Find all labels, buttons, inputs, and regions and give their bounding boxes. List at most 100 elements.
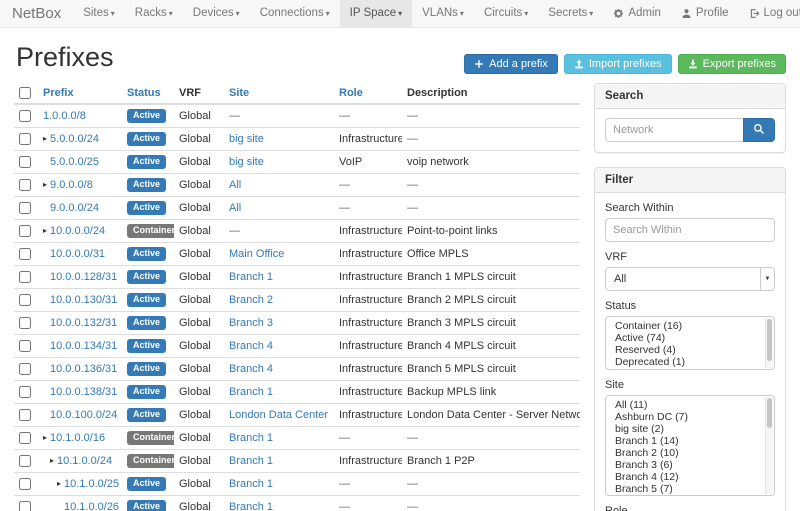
- nav-item-log-out[interactable]: Log out: [739, 0, 800, 27]
- site-option[interactable]: Ashburn DC (7): [606, 411, 774, 423]
- prefix-link[interactable]: 10.0.0.130/31: [50, 294, 117, 306]
- row-checkbox[interactable]: [19, 386, 31, 398]
- nav-item-secrets[interactable]: Secrets▾: [538, 0, 603, 27]
- row-checkbox[interactable]: [19, 363, 31, 375]
- row-checkbox[interactable]: [19, 156, 31, 168]
- site-link[interactable]: All: [229, 202, 241, 214]
- site-link[interactable]: All: [229, 179, 241, 191]
- row-checkbox[interactable]: [19, 248, 31, 260]
- status-option[interactable]: Container (16): [606, 320, 774, 332]
- site-link[interactable]: Branch 3: [229, 317, 273, 329]
- status-option[interactable]: Deprecated (1): [606, 356, 774, 368]
- column-header-site[interactable]: Site: [224, 83, 334, 104]
- prefix-link[interactable]: 5.0.0.0/25: [50, 156, 99, 168]
- column-header-prefix[interactable]: Prefix: [38, 83, 122, 104]
- prefix-link[interactable]: 10.0.0.132/31: [50, 317, 117, 329]
- prefix-link[interactable]: 10.1.0.0/26: [64, 501, 119, 511]
- expand-icon[interactable]: ▸: [50, 456, 54, 465]
- nav-item-racks[interactable]: Racks▾: [125, 0, 183, 27]
- nav-item-circuits[interactable]: Circuits▾: [474, 0, 538, 27]
- prefix-link[interactable]: 10.0.0.138/31: [50, 386, 117, 398]
- site-link[interactable]: Branch 1: [229, 271, 273, 283]
- add-a-prefix-button[interactable]: Add a prefix: [464, 54, 558, 74]
- nav-item-profile[interactable]: Profile: [671, 0, 739, 27]
- site-link[interactable]: Branch 4: [229, 363, 273, 375]
- prefix-link[interactable]: 9.0.0.0/24: [50, 202, 99, 214]
- site-link[interactable]: Branch 4: [229, 340, 273, 352]
- search-button[interactable]: [743, 118, 775, 142]
- prefix-link[interactable]: 10.0.0.136/31: [50, 363, 117, 375]
- import-prefixes-button[interactable]: Import prefixes: [564, 54, 672, 74]
- prefix-link[interactable]: 10.0.0.0/24: [50, 225, 105, 237]
- search-within-input[interactable]: [605, 218, 775, 242]
- site-link[interactable]: Branch 1: [229, 455, 273, 467]
- prefix-link[interactable]: 5.0.0.0/24: [50, 133, 99, 145]
- nav-item-vlans[interactable]: VLANs▾: [412, 0, 474, 27]
- site-option[interactable]: Branch 2 (10): [606, 447, 774, 459]
- row-checkbox[interactable]: [19, 271, 31, 283]
- site-listbox[interactable]: All (11)Ashburn DC (7)big site (2)Branch…: [605, 395, 775, 496]
- row-checkbox[interactable]: [19, 501, 31, 511]
- prefix-link[interactable]: 1.0.0.0/8: [43, 110, 86, 122]
- export-prefixes-button[interactable]: Export prefixes: [678, 54, 786, 74]
- row-checkbox[interactable]: [19, 317, 31, 329]
- row-checkbox[interactable]: [19, 179, 31, 191]
- row-checkbox[interactable]: [19, 294, 31, 306]
- select-all-checkbox[interactable]: [19, 87, 31, 99]
- app-brand[interactable]: NetBox: [0, 0, 73, 27]
- prefix-link[interactable]: 10.0.0.128/31: [50, 271, 117, 283]
- site-option[interactable]: Branch 5 (7): [606, 483, 774, 495]
- prefix-link[interactable]: 10.1.0.0/24: [57, 455, 112, 467]
- prefix-link[interactable]: 10.1.0.0/25: [64, 478, 119, 490]
- status-option[interactable]: Active (74): [606, 332, 774, 344]
- site-link[interactable]: Branch 1: [229, 386, 273, 398]
- expand-icon[interactable]: ▸: [43, 180, 47, 189]
- nav-item-admin[interactable]: Admin: [603, 0, 671, 27]
- vrf-select[interactable]: All ▼: [605, 267, 775, 291]
- nav-item-devices[interactable]: Devices▾: [183, 0, 250, 27]
- row-checkbox[interactable]: [19, 202, 31, 214]
- site-option[interactable]: Branch 1 (14): [606, 435, 774, 447]
- site-link[interactable]: London Data Center: [229, 409, 328, 421]
- site-option[interactable]: Branch 4 (12): [606, 471, 774, 483]
- prefix-link[interactable]: 10.1.0.0/16: [50, 432, 105, 444]
- row-checkbox[interactable]: [19, 133, 31, 145]
- expand-icon[interactable]: ▸: [57, 479, 61, 488]
- row-checkbox[interactable]: [19, 409, 31, 421]
- description-cell: London Data Center - Server Network: [402, 404, 580, 427]
- status-listbox[interactable]: Container (16)Active (74)Reserved (4)Dep…: [605, 316, 775, 370]
- nav-item-sites[interactable]: Sites▾: [73, 0, 125, 27]
- expand-icon[interactable]: ▸: [43, 134, 47, 143]
- prefix-link[interactable]: 10.0.0.0/31: [50, 248, 105, 260]
- nav-item-ip-space[interactable]: IP Space▾: [340, 0, 412, 27]
- scrollbar[interactable]: [765, 397, 773, 494]
- row-checkbox[interactable]: [19, 340, 31, 352]
- row-checkbox[interactable]: [19, 455, 31, 467]
- prefix-link[interactable]: 10.0.0.134/31: [50, 340, 117, 352]
- site-link[interactable]: Branch 1: [229, 432, 273, 444]
- expand-icon[interactable]: ▸: [43, 433, 47, 442]
- expand-icon[interactable]: ▸: [43, 226, 47, 235]
- prefix-link[interactable]: 9.0.0.0/8: [50, 179, 93, 191]
- row-checkbox[interactable]: [19, 225, 31, 237]
- site-option[interactable]: Branch 3 (6): [606, 459, 774, 471]
- row-checkbox[interactable]: [19, 478, 31, 490]
- site-link[interactable]: Main Office: [229, 248, 284, 260]
- search-input[interactable]: [605, 118, 743, 142]
- site-link[interactable]: big site: [229, 156, 264, 168]
- site-link[interactable]: Branch 1: [229, 478, 273, 490]
- site-link[interactable]: Branch 1: [229, 501, 273, 511]
- row-checkbox[interactable]: [19, 432, 31, 444]
- site-link[interactable]: big site: [229, 133, 264, 145]
- scrollbar[interactable]: [765, 318, 773, 368]
- site-link[interactable]: Branch 2: [229, 294, 273, 306]
- status-option[interactable]: Reserved (4): [606, 344, 774, 356]
- site-option[interactable]: COLO-1-2A (3): [606, 495, 774, 496]
- nav-item-connections[interactable]: Connections▾: [250, 0, 340, 27]
- row-checkbox[interactable]: [19, 110, 31, 122]
- column-header-role[interactable]: Role: [334, 83, 402, 104]
- site-option[interactable]: All (11): [606, 399, 774, 411]
- site-option[interactable]: big site (2): [606, 423, 774, 435]
- column-header-status[interactable]: Status: [122, 83, 174, 104]
- prefix-link[interactable]: 10.0.100.0/24: [50, 409, 117, 421]
